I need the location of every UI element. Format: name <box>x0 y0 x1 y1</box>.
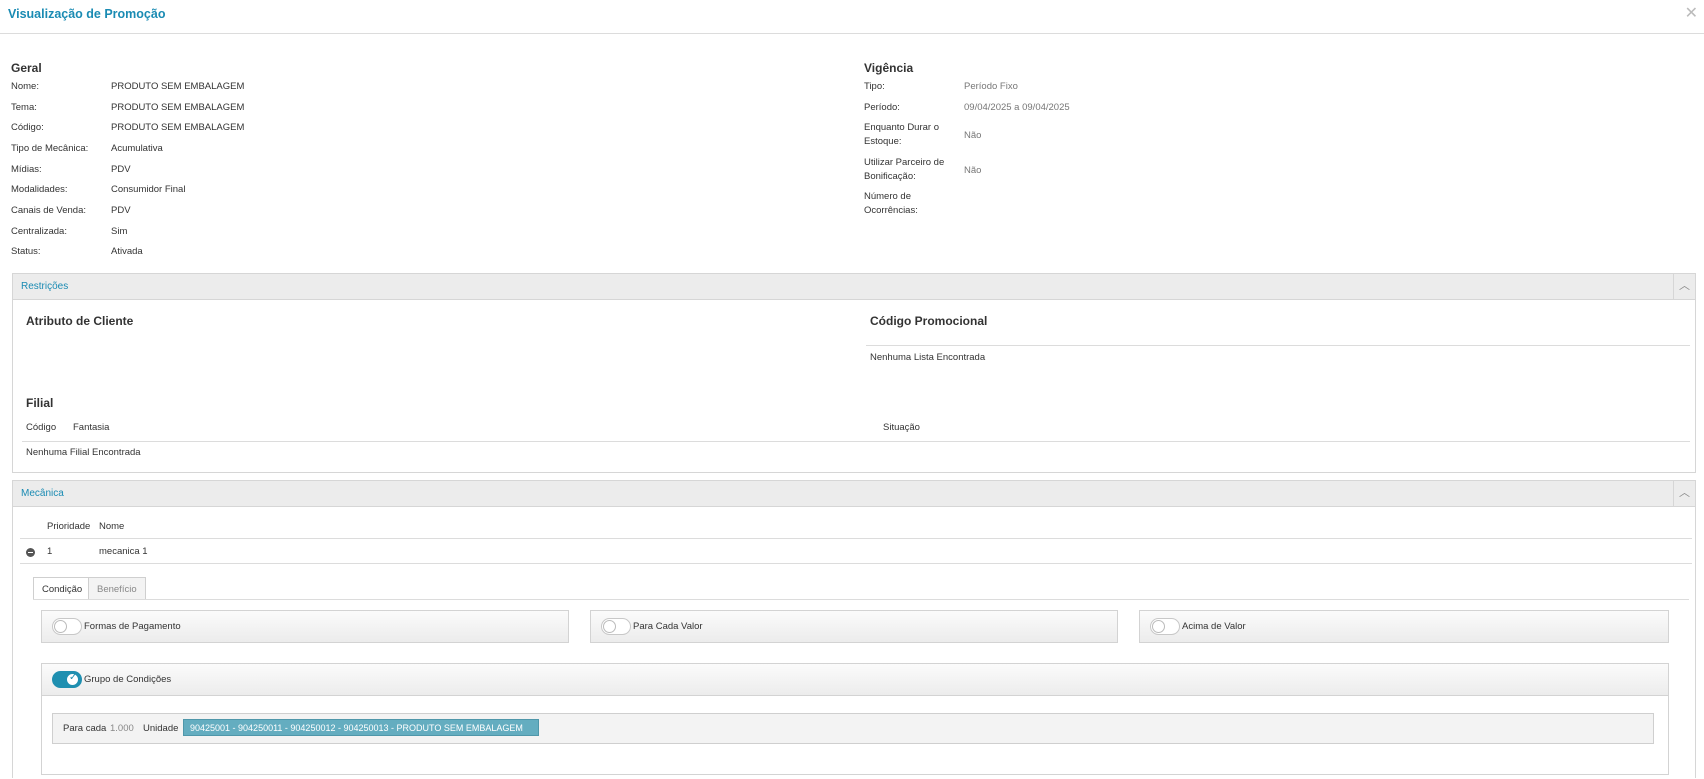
ocorrencias-label-2: Ocorrências: <box>864 205 918 216</box>
geral-value: Ativada <box>111 246 143 257</box>
geral-label: Tema: <box>11 102 37 113</box>
chevron-up-icon[interactable]: ︿ <box>1673 274 1695 299</box>
vigencia-title: Vigência <box>864 61 914 75</box>
chevron-up-icon[interactable]: ︿ <box>1673 481 1695 506</box>
mecanica-panel: Mecânica ︿ Prioridade Nome 1 mecanica 1 … <box>12 480 1696 778</box>
filial-col-fantasia[interactable]: Fantasia <box>73 422 109 433</box>
geral-value: PDV <box>111 164 131 175</box>
mecanica-header[interactable]: Mecânica ︿ <box>13 481 1695 507</box>
grupo-condicoes-box: Grupo de Condições Para cada 1.000 Unida… <box>41 663 1669 775</box>
estoque-label-1: Enquanto Durar o <box>864 122 939 133</box>
atributo-cliente-title: Atributo de Cliente <box>26 314 134 328</box>
geral-value: PDV <box>111 205 131 216</box>
parceiro-label-2: Bonificação: <box>864 171 916 182</box>
estoque-value: Não <box>964 130 982 141</box>
geral-label: Modalidades: <box>11 184 68 195</box>
grupo-condicoes-label: Grupo de Condições <box>84 674 172 685</box>
close-icon[interactable]: ✕ <box>1685 6 1698 22</box>
geral-value: PRODUTO SEM EMBALAGEM <box>111 122 245 133</box>
geral-title: Geral <box>11 61 42 75</box>
filial-col-situacao[interactable]: Situação <box>883 422 920 433</box>
page-title: Visualização de Promoção <box>8 7 166 21</box>
geral-label: Mídias: <box>11 164 42 175</box>
divider <box>33 599 1689 600</box>
col-nome[interactable]: Nome <box>99 521 124 532</box>
divider <box>866 345 1690 346</box>
estoque-label-2: Estoque: <box>864 136 902 147</box>
tab-condicao[interactable]: Condição <box>33 577 92 600</box>
grupo-condicoes-toggle[interactable] <box>52 671 82 688</box>
produto-chip[interactable]: 90425001 - 904250011 - 904250012 - 90425… <box>183 719 539 736</box>
geral-value: PRODUTO SEM EMBALAGEM <box>111 81 245 92</box>
geral-label: Status: <box>11 246 41 257</box>
tab-beneficio[interactable]: Benefício <box>88 577 146 600</box>
mecanica-nome: mecanica 1 <box>99 546 148 557</box>
parceiro-label-1: Utilizar Parceiro de <box>864 157 945 168</box>
geral-value: PRODUTO SEM EMBALAGEM <box>111 102 245 113</box>
acima-de-valor-box: Acima de Valor <box>1139 610 1669 643</box>
para-cada-valor-label: Para Cada Valor <box>633 621 703 632</box>
divider <box>20 538 1692 539</box>
formas-pagamento-toggle[interactable] <box>52 618 82 635</box>
formas-pagamento-box: Formas de Pagamento <box>41 610 569 643</box>
acima-de-valor-label: Acima de Valor <box>1182 621 1246 632</box>
filial-title: Filial <box>26 396 54 410</box>
geral-value: Acumulativa <box>111 143 163 154</box>
restricoes-panel: Restrições ︿ Atributo de Cliente Código … <box>12 273 1696 473</box>
divider <box>22 441 1690 442</box>
tipo-value: Período Fixo <box>964 81 1018 92</box>
tipo-label: Tipo: <box>864 81 885 92</box>
ocorrencias-label-1: Número de <box>864 191 911 202</box>
divider <box>20 563 1692 564</box>
modal-header: Visualização de Promoção ✕ <box>0 0 1704 34</box>
formas-pagamento-label: Formas de Pagamento <box>84 621 181 632</box>
mecanica-title: Mecânica <box>21 488 64 499</box>
periodo-value: 09/04/2025 a 09/04/2025 <box>964 102 1070 113</box>
geral-label: Centralizada: <box>11 226 67 237</box>
filial-empty: Nenhuma Filial Encontrada <box>26 447 141 458</box>
para-cada-value: 1.000 <box>110 723 134 734</box>
collapse-row-icon[interactable] <box>26 548 35 557</box>
geral-label: Nome: <box>11 81 39 92</box>
mecanica-prioridade: 1 <box>47 546 53 557</box>
acima-de-valor-toggle[interactable] <box>1150 618 1180 635</box>
col-prioridade[interactable]: Prioridade <box>47 521 90 532</box>
geral-value: Sim <box>111 226 128 237</box>
geral-label: Tipo de Mecânica: <box>11 143 89 154</box>
para-cada-label: Para cada <box>63 723 107 734</box>
restricoes-title: Restrições <box>21 281 69 292</box>
geral-label: Código: <box>11 122 44 133</box>
para-cada-valor-toggle[interactable] <box>601 618 631 635</box>
condicao-row: Para cada 1.000 Unidade 90425001 - 90425… <box>52 713 1654 744</box>
unidade-label: Unidade <box>143 723 179 734</box>
periodo-label: Período: <box>864 102 900 113</box>
grupo-condicoes-header: Grupo de Condições <box>42 664 1668 696</box>
codigo-promocional-empty: Nenhuma Lista Encontrada <box>870 352 986 363</box>
restricoes-header[interactable]: Restrições ︿ <box>13 274 1695 300</box>
geral-value: Consumidor Final <box>111 184 186 195</box>
geral-label: Canais de Venda: <box>11 205 87 216</box>
codigo-promocional-title: Código Promocional <box>870 314 988 328</box>
parceiro-value: Não <box>964 165 982 176</box>
filial-col-codigo[interactable]: Código <box>26 422 56 433</box>
para-cada-valor-box: Para Cada Valor <box>590 610 1118 643</box>
